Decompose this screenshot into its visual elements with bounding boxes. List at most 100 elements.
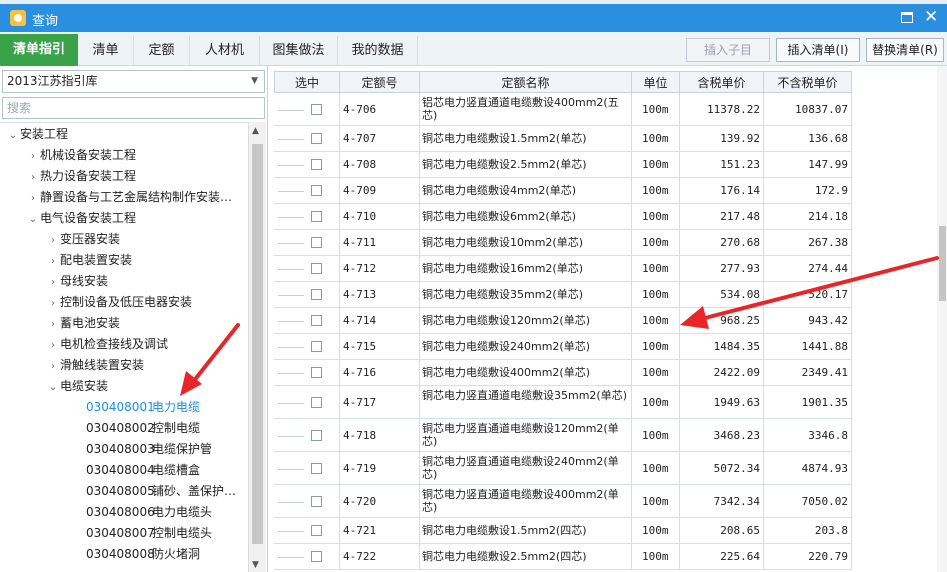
chevron-right-icon[interactable]: › bbox=[26, 146, 40, 166]
tree-node[interactable]: › 配电装置安装 bbox=[46, 250, 246, 271]
dropdown-arrow-icon[interactable]: ▼ bbox=[251, 71, 258, 92]
close-icon[interactable]: ✕ bbox=[924, 7, 938, 27]
table-row[interactable]: 4-719 铜芯电力竖直通道电缆敷设240mm2(单芯) 100m 5072.34 48… bbox=[274, 452, 852, 485]
header-unit[interactable]: 单位 bbox=[632, 71, 680, 93]
table-row[interactable]: 4-715 铜芯电力电缆敷设240mm2(单芯) 100m 1484.35 1441.8… bbox=[274, 334, 852, 360]
row-checkbox[interactable] bbox=[311, 315, 322, 326]
row-checkbox[interactable] bbox=[311, 496, 322, 507]
unit-cell: 100m bbox=[632, 485, 680, 518]
row-checkbox[interactable] bbox=[311, 133, 322, 144]
tree-node[interactable]: › 机械设备安装工程 bbox=[26, 145, 246, 166]
table-row[interactable]: 4-721 铜芯电力电缆敷设1.5mm2(四芯) 100m 208.65 203.8 bbox=[274, 518, 852, 544]
insert-list-button[interactable]: 插入清单(I) bbox=[776, 38, 860, 62]
row-checkbox[interactable] bbox=[311, 341, 322, 352]
chevron-down-icon[interactable]: ⌄ bbox=[46, 377, 60, 397]
row-checkbox[interactable] bbox=[311, 159, 322, 170]
row-checkbox[interactable] bbox=[311, 104, 322, 115]
chevron-right-icon[interactable]: › bbox=[46, 335, 60, 355]
grid-scroll-thumb[interactable] bbox=[939, 226, 946, 301]
tree-node[interactable]: › 电机检查接线及调试 bbox=[46, 334, 246, 355]
tree-leaf-item[interactable]: 030408007控制电缆头 bbox=[86, 523, 246, 544]
chevron-right-icon[interactable]: › bbox=[46, 230, 60, 250]
tree-node[interactable]: › 蓄电池安装 bbox=[46, 313, 246, 334]
insert-child-button[interactable]: 插入子目 bbox=[686, 38, 770, 62]
tree-node[interactable]: ⌄ 安装工程 bbox=[6, 124, 246, 145]
tree-node[interactable]: ⌄ 电缆安装 bbox=[46, 376, 246, 397]
row-checkbox[interactable] bbox=[311, 525, 322, 536]
tree-leaf-item[interactable]: 030408001电力电缆 bbox=[86, 397, 246, 418]
title-bar[interactable]: 查询 ✕ bbox=[0, 4, 947, 32]
tree-leaf-item[interactable]: 030408002控制电缆 bbox=[86, 418, 246, 439]
chevron-right-icon[interactable]: › bbox=[46, 272, 60, 292]
chevron-right-icon[interactable]: › bbox=[26, 167, 40, 187]
table-row[interactable]: 4-717 铜芯电力竖直通道电缆敷设35mm2(单芯) 100m 1949.63 190… bbox=[274, 386, 852, 419]
tree-node[interactable]: › 变压器安装 bbox=[46, 229, 246, 250]
tab-labor-material-machine[interactable]: 人材机 bbox=[190, 36, 260, 65]
tab-list[interactable]: 清单 bbox=[78, 36, 134, 65]
search-input[interactable] bbox=[2, 97, 265, 119]
chevron-down-icon[interactable]: ⌄ bbox=[26, 209, 40, 229]
table-row[interactable]: 4-722 铜芯电力电缆敷设2.5mm2(四芯) 100m 225.64 220.79 bbox=[274, 544, 852, 570]
tree-node[interactable]: › 静置设备与工艺金属结构制作安装… bbox=[26, 187, 246, 208]
row-checkbox[interactable] bbox=[311, 289, 322, 300]
row-checkbox[interactable] bbox=[311, 430, 322, 441]
row-checkbox[interactable] bbox=[311, 367, 322, 378]
table-row[interactable]: 4-713 铜芯电力电缆敷设35mm2(单芯) 100m 534.08 520.17 bbox=[274, 282, 852, 308]
tab-atlas-method[interactable]: 图集做法 bbox=[260, 36, 338, 65]
tree-leaf-item[interactable]: 030408008防火堵洞 bbox=[86, 544, 246, 565]
maximize-icon[interactable] bbox=[901, 12, 913, 23]
tree-node[interactable]: › 控制设备及低压电器安装 bbox=[46, 292, 246, 313]
tree-leaf-item[interactable]: 030408003电缆保护管 bbox=[86, 439, 246, 460]
chevron-down-icon[interactable]: ⌄ bbox=[6, 125, 20, 145]
table-row[interactable]: 4-708 铜芯电力电缆敷设2.5mm2(单芯) 100m 151.23 147.99 bbox=[274, 152, 852, 178]
tab-list-guide[interactable]: 清单指引 bbox=[0, 34, 78, 66]
chevron-right-icon[interactable]: › bbox=[46, 251, 60, 271]
row-checkbox[interactable] bbox=[311, 397, 322, 408]
row-checkbox[interactable] bbox=[311, 237, 322, 248]
row-checkbox[interactable] bbox=[311, 211, 322, 222]
table-row[interactable]: 4-706 铝芯电力竖直通道电缆敷设400mm2(五芯) 100m 11378.22 1… bbox=[274, 93, 852, 126]
row-checkbox[interactable] bbox=[311, 551, 322, 562]
tree-node[interactable]: ⌄ 电气设备安装工程 bbox=[26, 208, 246, 229]
tab-quota[interactable]: 定额 bbox=[134, 36, 190, 65]
tab-my-data[interactable]: 我的数据 bbox=[338, 36, 418, 65]
table-row[interactable]: 4-710 铜芯电力电缆敷设6mm2(单芯) 100m 217.48 214.18 bbox=[274, 204, 852, 230]
chevron-right-icon[interactable]: › bbox=[46, 293, 60, 313]
tree-leaf-item[interactable]: 030408005铺砂、盖保护… bbox=[86, 481, 246, 502]
tree-leaf-item[interactable]: 030408004电缆槽盒 bbox=[86, 460, 246, 481]
tree-scroll-thumb[interactable] bbox=[252, 144, 263, 544]
header-price-notax[interactable]: 不含税单价 bbox=[764, 71, 852, 93]
replace-list-button[interactable]: 替换清单(R) bbox=[866, 38, 944, 62]
table-row[interactable]: 4-709 铜芯电力电缆敷设4mm2(单芯) 100m 176.14 172.9 bbox=[274, 178, 852, 204]
table-row[interactable]: 4-720 铜芯电力竖直通道电缆敷设400mm2(单芯) 100m 7342.34 70… bbox=[274, 485, 852, 518]
price-tax-cell: 225.64 bbox=[680, 544, 764, 570]
tree-node[interactable]: › 热力设备安装工程 bbox=[26, 166, 246, 187]
table-row[interactable]: 4-718 铜芯电力竖直通道电缆敷设120mm2(单芯) 100m 3468.23 33… bbox=[274, 419, 852, 452]
tree-node[interactable]: › 母线安装 bbox=[46, 271, 246, 292]
library-select-value: 2013江苏指引库 bbox=[7, 74, 98, 88]
library-select[interactable]: 2013江苏指引库 ▼ bbox=[2, 70, 265, 93]
header-selected[interactable]: 选中 bbox=[274, 71, 340, 93]
row-checkbox[interactable] bbox=[311, 185, 322, 196]
table-row[interactable]: 4-711 铜芯电力电缆敷设10mm2(单芯) 100m 270.68 267.38 bbox=[274, 230, 852, 256]
row-checkbox[interactable] bbox=[311, 263, 322, 274]
chevron-right-icon[interactable]: › bbox=[46, 356, 60, 376]
tree-node[interactable]: › 滑触线装置安装 bbox=[46, 355, 246, 376]
table-row[interactable]: 4-714 铜芯电力电缆敷设120mm2(单芯) 100m 968.25 943.42 bbox=[274, 308, 852, 334]
scroll-up-icon[interactable]: ▲ bbox=[252, 126, 259, 136]
table-row[interactable]: 4-712 铜芯电力电缆敷设16mm2(单芯) 100m 277.93 274.44 bbox=[274, 256, 852, 282]
chevron-right-icon[interactable]: › bbox=[46, 314, 60, 334]
table-row[interactable]: 4-707 铜芯电力电缆敷设1.5mm2(单芯) 100m 139.92 136.68 bbox=[274, 126, 852, 152]
header-price-tax[interactable]: 含税单价 bbox=[680, 71, 764, 93]
scroll-down-icon[interactable]: ▼ bbox=[252, 560, 259, 570]
row-checkbox[interactable] bbox=[311, 463, 322, 474]
chevron-right-icon[interactable]: › bbox=[26, 188, 40, 208]
quota-name-cell: 铜芯电力竖直通道电缆敷设240mm2(单芯) bbox=[420, 452, 632, 485]
grid-scrollbar[interactable] bbox=[937, 66, 947, 572]
tree-leaf-item[interactable]: 030408006电力电缆头 bbox=[86, 502, 246, 523]
table-row[interactable]: 4-716 铜芯电力电缆敷设400mm2(单芯) 100m 2422.09 2349.4… bbox=[274, 360, 852, 386]
header-quota-code[interactable]: 定额号 bbox=[340, 71, 420, 93]
tree-scrollbar[interactable]: ▲ ▼ bbox=[248, 122, 266, 572]
header-quota-name[interactable]: 定额名称 bbox=[420, 71, 632, 93]
unit-cell: 100m bbox=[632, 386, 680, 419]
